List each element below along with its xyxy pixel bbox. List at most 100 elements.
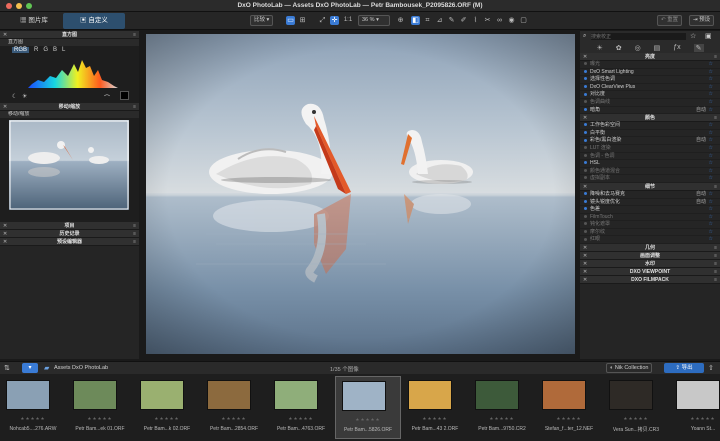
menu-icon[interactable]: ≡ [714,53,717,61]
move-zoom-header[interactable]: ✕ 移动/缩放 ≡ [0,103,139,111]
fit-icon[interactable]: ⤢ [318,16,327,25]
thumbnail[interactable]: ★★★★★ Petr Bam...43 2.ORF [402,376,468,439]
enable-toggle-icon[interactable] [584,138,587,142]
enable-toggle-icon[interactable] [584,69,587,73]
rating-stars[interactable]: ★★★★★ [402,416,468,422]
enable-toggle-icon[interactable] [584,222,587,226]
eye-icon[interactable]: ◉ [507,16,516,25]
favorite-icon[interactable]: ☆ [709,221,713,229]
enable-toggle-icon[interactable] [584,176,587,180]
favorite-icon[interactable]: ☆ [709,168,713,176]
geometry-header[interactable]: ✕ 几何 ≡ [580,244,720,253]
fx-icon[interactable]: ƒx [673,44,680,51]
ratio-button[interactable]: 1:1 [342,16,354,25]
share-icon[interactable]: ⇧ [708,364,714,372]
thumbnail[interactable]: ★★★★★ Petr Bam...9750.CR2 [469,376,535,439]
local-header[interactable]: ✕ 水印 ≡ [580,260,720,269]
pen-icon[interactable]: ✐ [459,16,468,25]
menu-icon[interactable]: ≡ [133,31,136,39]
enable-toggle-icon[interactable] [584,123,587,127]
sort-icon[interactable]: ⇅ [4,364,10,372]
detail-icon[interactable]: ◎ [635,44,641,52]
menu-icon[interactable]: ≡ [714,276,717,284]
viewpoint-header[interactable]: ✕ DXO VIEWPOINT ≡ [580,268,720,277]
watermark-header[interactable]: ✕ 画面调整 ≡ [580,252,720,261]
menu-icon[interactable]: ≡ [714,252,717,260]
close-icon[interactable]: ✕ [583,114,587,122]
favorite-icon[interactable]: ☆ [709,84,713,92]
favorite-icon[interactable]: ☆ [709,199,713,207]
correction-item[interactable]: 钝化遮罩 ☆ [580,221,720,229]
favorite-icon[interactable]: ☆ [709,107,713,115]
enable-toggle-icon[interactable] [584,130,587,134]
layout-icon[interactable]: ⊞ [298,16,307,25]
thumbnail[interactable]: ★★★★★ Stefan_f...ter_12.NEF [536,376,602,439]
search-zoom-icon[interactable]: ⊕ [396,16,405,25]
window-icon[interactable]: ▣ [705,32,712,40]
eyedropper-icon[interactable]: ✎ [447,16,456,25]
menu-icon[interactable]: ≡ [714,114,717,122]
favorite-icon[interactable]: ☆ [709,145,713,153]
nik-collection-button[interactable]: ◐ Nik Collection [606,363,653,373]
correction-item[interactable]: 选择性色调 ☆ [580,76,720,84]
straighten-icon[interactable]: ⊿ [435,16,444,25]
menu-icon[interactable]: ≡ [133,222,136,230]
link-icon[interactable]: ∞ [495,16,504,25]
favorite-icon[interactable]: ☆ [709,175,713,183]
menu-icon[interactable]: ≡ [714,268,717,276]
menu-icon[interactable]: ≡ [133,238,136,246]
compare-split-icon[interactable]: ◧ [411,16,420,25]
thumbnail[interactable]: ★★★★★ Vera Sun...拷贝.CR3 [603,376,669,439]
favorite-icon[interactable]: ☆ [709,69,713,77]
enable-toggle-icon[interactable] [584,92,587,96]
correction-item[interactable]: 彩色/黑白渲染 自动 ☆ [580,137,720,145]
rating-stars[interactable]: ★★★★★ [268,416,334,422]
filmpack-header[interactable]: ✕ DXO FILMPACK ≡ [580,276,720,285]
correction-item[interactable]: LUT 渲染 ☆ [580,145,720,153]
export-button[interactable]: ⇪ 导出 [664,363,704,373]
close-icon[interactable]: ✕ [3,103,7,111]
rating-stars[interactable]: ★★★★★ [670,416,720,422]
single-view-icon[interactable]: ▭ [286,16,295,25]
search-input[interactable] [591,33,686,40]
channel-rgb[interactable]: RGB [12,47,30,53]
menu-icon[interactable]: ≡ [133,230,136,238]
correction-item[interactable]: 色调曲线 ☆ [580,99,720,107]
thumbnail[interactable]: ★★★★★ Petr Bam...ek 01.ORF [67,376,133,439]
color-header[interactable]: ✕ 颜色 ≡ [580,114,720,123]
favorite-icon[interactable]: ☆ [709,99,713,107]
reset-button[interactable]: ↶ 重置 [657,15,683,26]
thumbnail[interactable]: ★★★★★ Petr Bam...2854.ORF [201,376,267,439]
rating-stars[interactable]: ★★★★★ [469,416,535,422]
preset-button[interactable]: ⇥ 预设 [689,15,715,26]
correction-item[interactable]: 色差 ☆ [580,206,720,214]
correction-item[interactable]: 暗角 自动 ☆ [580,107,720,115]
favorite-icon[interactable]: ☆ [709,61,713,69]
correction-item[interactable]: 镜头锐度优化 自动 ☆ [580,199,720,207]
curve-icon[interactable]: ⌒ [104,93,110,102]
enable-toggle-icon[interactable] [584,192,587,196]
correction-item[interactable]: 摩尔纹 ☆ [580,229,720,237]
enable-toggle-icon[interactable] [584,207,587,211]
close-icon[interactable]: ✕ [3,31,7,39]
favorite-icon[interactable]: ☆ [709,122,713,130]
enable-toggle-icon[interactable] [584,230,587,234]
compare-button[interactable]: 比较 ▾ [250,15,274,26]
favorite-icon[interactable]: ☆ [709,130,713,138]
enable-toggle-icon[interactable] [584,62,587,66]
correction-item[interactable]: 虚拟副本 ☆ [580,175,720,183]
close-icon[interactable]: ✕ [3,230,7,238]
enable-toggle-icon[interactable] [584,107,587,111]
close-icon[interactable]: ✕ [3,222,7,230]
favorite-icon[interactable]: ☆ [709,91,713,99]
favorite-icon[interactable]: ☆ [709,229,713,237]
channel-l[interactable]: L [62,47,65,53]
enable-toggle-icon[interactable] [584,146,587,150]
favorite-icon[interactable]: ☆ [709,76,713,84]
main-image-viewer[interactable] [146,34,575,354]
tab-library[interactable]: ▦ 图片库 [14,13,54,29]
thumbnail[interactable]: ★★★★★ Petr Bam...k 02.ORF [134,376,200,439]
local-adjust-icon[interactable]: ✂ [483,16,492,25]
color-icon[interactable]: ✿ [616,44,622,52]
enable-toggle-icon[interactable] [584,168,587,172]
